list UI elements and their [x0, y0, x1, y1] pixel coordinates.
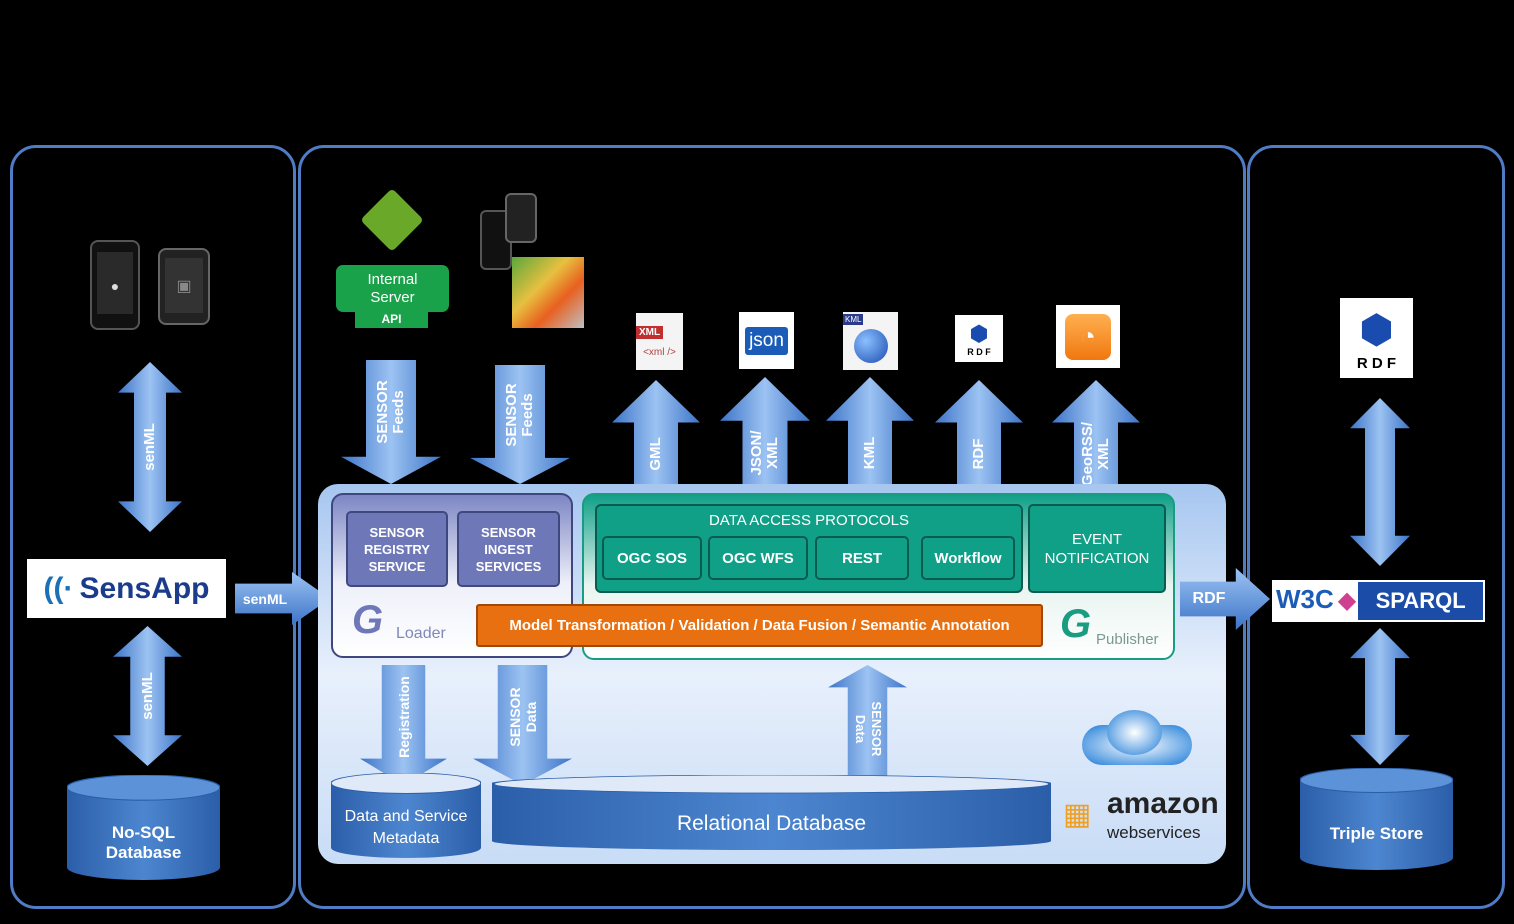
api-label: API — [355, 310, 428, 328]
metadata-database: Data and Service Metadata — [331, 773, 481, 858]
go-loader-label: Loader — [396, 625, 446, 642]
model-transformation-bar: Model Transformation / Validation / Data… — [476, 604, 1043, 647]
json-xml-arrow: JSON/ XML — [720, 377, 810, 492]
kml-google-earth-icon: KML — [843, 312, 898, 370]
internal-server: Internal Server — [336, 265, 449, 312]
rdf-logo-icon: ⬢ R D F — [1340, 298, 1413, 378]
protocol-rest: REST — [815, 536, 909, 580]
sensor-data-up-arrow: SENSOR Data — [828, 665, 907, 777]
senml-double-arrow-bottom: senML — [113, 626, 182, 766]
rdf-icon: ⬢ R D F — [955, 315, 1003, 362]
rdf-arrow: RDF — [935, 380, 1023, 492]
json-icon: json — [739, 312, 794, 369]
sensor-registry-service: SENSOR REGISTRY SERVICE — [346, 511, 448, 587]
sensor-feeds-arrow-1: SENSOR Feeds — [341, 360, 441, 484]
protocol-ogc-sos: OGC SOS — [602, 536, 702, 580]
cloud-icon — [1072, 705, 1205, 770]
nosql-database: No-SQL Database — [67, 775, 220, 880]
w3c-sparql-logo: W3C ◆ SPARQL — [1272, 580, 1485, 622]
xml-file-icon: XML <xml /> — [636, 313, 683, 370]
sensor-feeds-arrow-2: SENSOR Feeds — [470, 365, 570, 484]
rdf-sparql-double-arrow — [1350, 398, 1410, 566]
georss-xml-arrow: GeoRSS/ XML — [1052, 380, 1140, 492]
android-phone-icon — [505, 193, 537, 243]
go-publisher-logo-icon: G — [1060, 602, 1092, 646]
sparql-triplestore-double-arrow — [1350, 628, 1410, 765]
protocol-ogc-wfs: OGC WFS — [708, 536, 808, 580]
sensor-data-down-arrow: SENSOR Data — [473, 665, 572, 785]
triple-store-database: Triple Store — [1300, 768, 1453, 870]
android-phone-icon: ▣ — [158, 248, 210, 325]
relational-database: Relational Database — [492, 775, 1051, 850]
architecture-diagram: ● ▣ senML ((· SensApp senML No-SQL Databa… — [0, 0, 1514, 924]
europe-map-icon — [512, 257, 584, 328]
senml-right-arrow: senML — [235, 572, 330, 625]
protocol-workflow: Workflow — [921, 536, 1015, 580]
senml-double-arrow-top: senML — [118, 362, 182, 532]
event-notification: EVENT NOTIFICATION — [1028, 504, 1166, 593]
rss-feed-icon: ◔ — [1056, 305, 1120, 368]
sensapp-logo: ((· SensApp — [27, 559, 226, 618]
sensor-ingest-services: SENSOR INGEST SERVICES — [457, 511, 560, 587]
rdf-right-arrow: RDF — [1180, 568, 1270, 630]
amazon-web-services-logo: ▦ amazon webservices — [1063, 787, 1219, 842]
go-publisher-label: Publisher — [1096, 631, 1159, 648]
gml-arrow: GML — [612, 380, 700, 492]
registration-arrow: Registration — [360, 665, 447, 785]
go-loader-logo-icon: G — [352, 598, 384, 642]
kml-arrow: KML — [826, 377, 914, 492]
iphone-icon: ● — [90, 240, 140, 330]
